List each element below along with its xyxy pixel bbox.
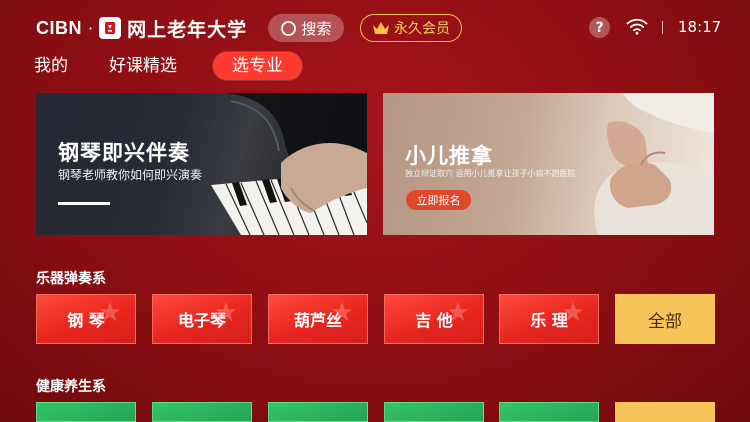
university-logo-icon xyxy=(99,17,122,39)
view-all-button-health[interactable] xyxy=(615,402,715,422)
course-chip-health[interactable] xyxy=(268,402,368,422)
course-chip-health[interactable] xyxy=(499,402,599,422)
enroll-now-button[interactable]: 立即报名 xyxy=(406,190,471,210)
course-chip-keyboard[interactable]: 电子琴 xyxy=(152,294,252,344)
vip-label: 永久会员 xyxy=(394,21,450,37)
search-button[interactable]: 搜索 xyxy=(268,14,344,42)
vip-membership-button[interactable]: 永久会员 xyxy=(360,14,462,42)
view-all-button[interactable]: 全部 xyxy=(615,294,715,344)
banner-piano-subtitle: 钢琴老师教你如何即兴演奏 xyxy=(58,168,203,182)
banner-infant-massage[interactable]: 小儿推拿 独立辩证取穴 运用小儿推拿让孩子小病不跑医院 立即报名 xyxy=(383,93,714,235)
star-icon xyxy=(562,301,584,322)
tab-featured-courses[interactable]: 好课精选 xyxy=(109,52,177,80)
brand-separator: · xyxy=(88,18,94,38)
course-chip-health[interactable] xyxy=(384,402,484,422)
course-chip-music-theory[interactable]: 乐 理 xyxy=(499,294,599,344)
banner-piano-underline xyxy=(58,202,110,205)
top-bar: CIBN · 网上老年大学 搜索 永久会员 ? 18:17 xyxy=(0,0,750,56)
section-title-health: 健康养生系 xyxy=(36,379,106,395)
brand-cibn-text: CIBN xyxy=(36,17,82,38)
course-chip-health[interactable] xyxy=(36,402,136,422)
course-chip-piano[interactable]: 钢 琴 xyxy=(36,294,136,344)
banner-piano[interactable]: 钢琴即兴伴奏 钢琴老师教你如何即兴演奏 xyxy=(36,93,367,235)
status-divider xyxy=(662,21,663,34)
search-label: 搜索 xyxy=(301,19,332,38)
star-icon xyxy=(447,301,469,322)
section-title-instruments: 乐器弹奏系 xyxy=(36,271,106,287)
star-icon xyxy=(99,301,121,322)
brand-name: 网上老年大学 xyxy=(127,18,248,41)
course-chip-health[interactable] xyxy=(152,402,252,422)
clock: 18:17 xyxy=(678,18,722,36)
category-tabs: 我的 好课精选 选专业 xyxy=(0,52,750,80)
brand-logo: CIBN · 网上老年大学 xyxy=(36,15,247,41)
star-icon xyxy=(215,301,237,322)
tab-choose-major[interactable]: 选专业 xyxy=(213,52,302,80)
banner-massage-title: 小儿推拿 xyxy=(405,144,493,168)
tab-mine[interactable]: 我的 xyxy=(34,52,68,80)
help-icon[interactable]: ? xyxy=(589,17,610,38)
star-icon xyxy=(331,301,353,322)
crown-icon xyxy=(373,22,389,34)
wifi-icon xyxy=(626,18,648,35)
search-icon xyxy=(281,20,297,36)
banner-piano-title: 钢琴即兴伴奏 xyxy=(58,141,190,165)
course-chip-guitar[interactable]: 吉 他 xyxy=(384,294,484,344)
course-chip-hulusi[interactable]: 葫芦丝 xyxy=(268,294,368,344)
banner-massage-subtitle: 独立辩证取穴 运用小儿推拿让孩子小病不跑医院 xyxy=(405,169,576,178)
